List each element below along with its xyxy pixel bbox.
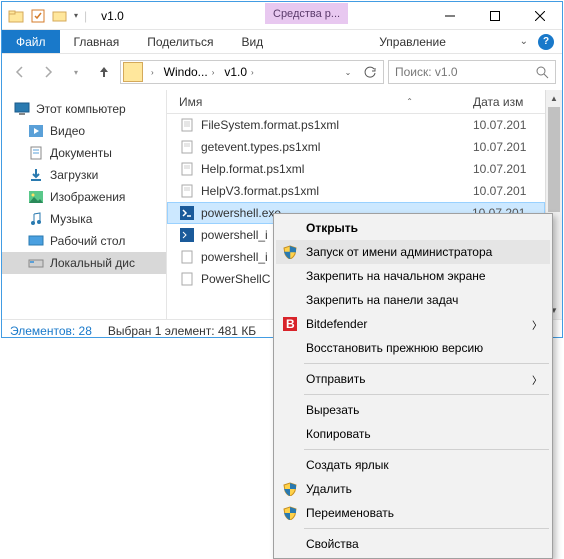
sort-indicator-icon: ⌃ [406, 97, 413, 106]
menu-send-to[interactable]: Отправить〉 [276, 367, 550, 391]
recent-dropdown-icon[interactable]: ▾ [64, 60, 88, 84]
tree-documents[interactable]: Документы [2, 142, 166, 164]
monitor-icon [14, 101, 30, 117]
tree-videos[interactable]: Видео [2, 120, 166, 142]
context-tab[interactable]: Средства р... [265, 3, 348, 24]
folder-icon [8, 8, 24, 24]
search-icon [535, 65, 549, 79]
menu-separator [304, 528, 549, 529]
powershell-icon [179, 205, 195, 221]
file-row[interactable]: getevent.types.ps1xml10.07.201 [167, 136, 545, 158]
folder-qat-icon[interactable] [52, 8, 68, 24]
menu-cut[interactable]: Вырезать [276, 398, 550, 422]
svg-text:B: B [286, 317, 295, 331]
tree-music[interactable]: Музыка [2, 208, 166, 230]
breadcrumb-dropdown-icon[interactable]: ⌄ [337, 61, 359, 83]
menu-restore[interactable]: Восстановить прежнюю версию [276, 336, 550, 360]
menu-pin-start[interactable]: Закрепить на начальном экране [276, 264, 550, 288]
maximize-button[interactable] [472, 2, 517, 30]
tab-home[interactable]: Главная [60, 30, 134, 53]
titlebar: ▾ | v1.0 Средства р... [2, 2, 562, 30]
tab-file[interactable]: Файл [2, 30, 60, 53]
help-icon[interactable]: ? [538, 34, 554, 50]
tree-local-disk[interactable]: Локальный дис [2, 252, 166, 274]
column-name[interactable]: Имя [179, 95, 202, 109]
submenu-arrow-icon: 〉 [532, 317, 542, 332]
ribbon-expand-icon[interactable]: ⌄ [520, 36, 528, 47]
close-button[interactable] [517, 2, 562, 30]
minimize-button[interactable] [427, 2, 472, 30]
shield-icon [282, 244, 298, 260]
tree-this-pc[interactable]: Этот компьютер [2, 98, 166, 120]
tree-downloads[interactable]: Загрузки [2, 164, 166, 186]
column-headers: Имя ⌃ Дата изм [167, 90, 545, 114]
menu-copy[interactable]: Копировать [276, 422, 550, 446]
document-icon [28, 145, 44, 161]
context-menu: Открыть Запуск от имени администратора З… [273, 213, 553, 559]
menu-bitdefender[interactable]: B Bitdefender 〉 [276, 312, 550, 336]
submenu-arrow-icon: 〉 [532, 372, 542, 387]
scroll-up-icon[interactable]: ▲ [546, 90, 562, 107]
file-row[interactable]: Help.format.ps1xml10.07.201 [167, 158, 545, 180]
menu-properties[interactable]: Свойства [276, 532, 550, 556]
tab-share[interactable]: Поделиться [133, 30, 227, 53]
properties-qat-icon[interactable] [30, 8, 46, 24]
back-button[interactable] [8, 60, 32, 84]
forward-button[interactable] [36, 60, 60, 84]
menu-separator [304, 394, 549, 395]
tree-desktop[interactable]: Рабочий стол [2, 230, 166, 252]
file-row[interactable]: HelpV3.format.ps1xml10.07.201 [167, 180, 545, 202]
menu-separator [304, 449, 549, 450]
file-icon [179, 139, 195, 155]
drive-icon [28, 255, 44, 271]
music-icon [28, 211, 44, 227]
file-row[interactable]: FileSystem.format.ps1xml10.07.201 [167, 114, 545, 136]
window-title: v1.0 [101, 9, 124, 23]
shield-icon [282, 481, 298, 497]
file-icon [179, 271, 195, 287]
bitdefender-icon: B [282, 316, 298, 332]
status-selection: Выбран 1 элемент: 481 КБ [108, 324, 256, 338]
status-item-count: Элементов: 28 [10, 324, 92, 338]
menu-delete[interactable]: Удалить [276, 477, 550, 501]
menu-run-as-admin[interactable]: Запуск от имени администратора [276, 240, 550, 264]
search-input[interactable]: Поиск: v1.0 [388, 60, 556, 84]
pictures-icon [28, 189, 44, 205]
navigation-bar: ▾ › Windo...› v1.0› ⌄ Поиск: v1.0 [2, 54, 562, 90]
video-icon [28, 123, 44, 139]
file-icon [179, 249, 195, 265]
menu-open[interactable]: Открыть [276, 216, 550, 240]
breadcrumb-seg[interactable]: v1.0 [224, 65, 247, 79]
powershell-icon [179, 227, 195, 243]
file-icon [179, 117, 195, 133]
menu-rename[interactable]: Переименовать [276, 501, 550, 525]
tab-view[interactable]: Вид [227, 30, 277, 53]
scroll-thumb[interactable] [548, 107, 560, 212]
breadcrumb-seg[interactable]: Windo... [164, 65, 208, 79]
file-icon [179, 161, 195, 177]
menu-pin-taskbar[interactable]: Закрепить на панели задач [276, 288, 550, 312]
download-icon [28, 167, 44, 183]
navigation-pane: Этот компьютер Видео Документы Загрузки … [2, 90, 167, 319]
file-icon [179, 183, 195, 199]
folder-icon [123, 62, 143, 82]
menu-shortcut[interactable]: Создать ярлык [276, 453, 550, 477]
tab-manage[interactable]: Управление [365, 30, 460, 53]
shield-icon [282, 505, 298, 521]
up-button[interactable] [92, 60, 116, 84]
menu-separator [304, 363, 549, 364]
qat-separator: | [84, 9, 87, 23]
qat-dropdown-icon[interactable]: ▾ [74, 11, 78, 20]
refresh-button[interactable] [359, 61, 381, 83]
desktop-icon [28, 233, 44, 249]
ribbon-tabs: Файл Главная Поделиться Вид Управление ⌄… [2, 30, 562, 54]
tree-pictures[interactable]: Изображения [2, 186, 166, 208]
column-date[interactable]: Дата изм [473, 95, 545, 109]
breadcrumb[interactable]: › Windo...› v1.0› ⌄ [120, 60, 384, 84]
breadcrumb-root-chevron[interactable]: › [151, 68, 154, 77]
search-placeholder: Поиск: v1.0 [395, 65, 458, 79]
